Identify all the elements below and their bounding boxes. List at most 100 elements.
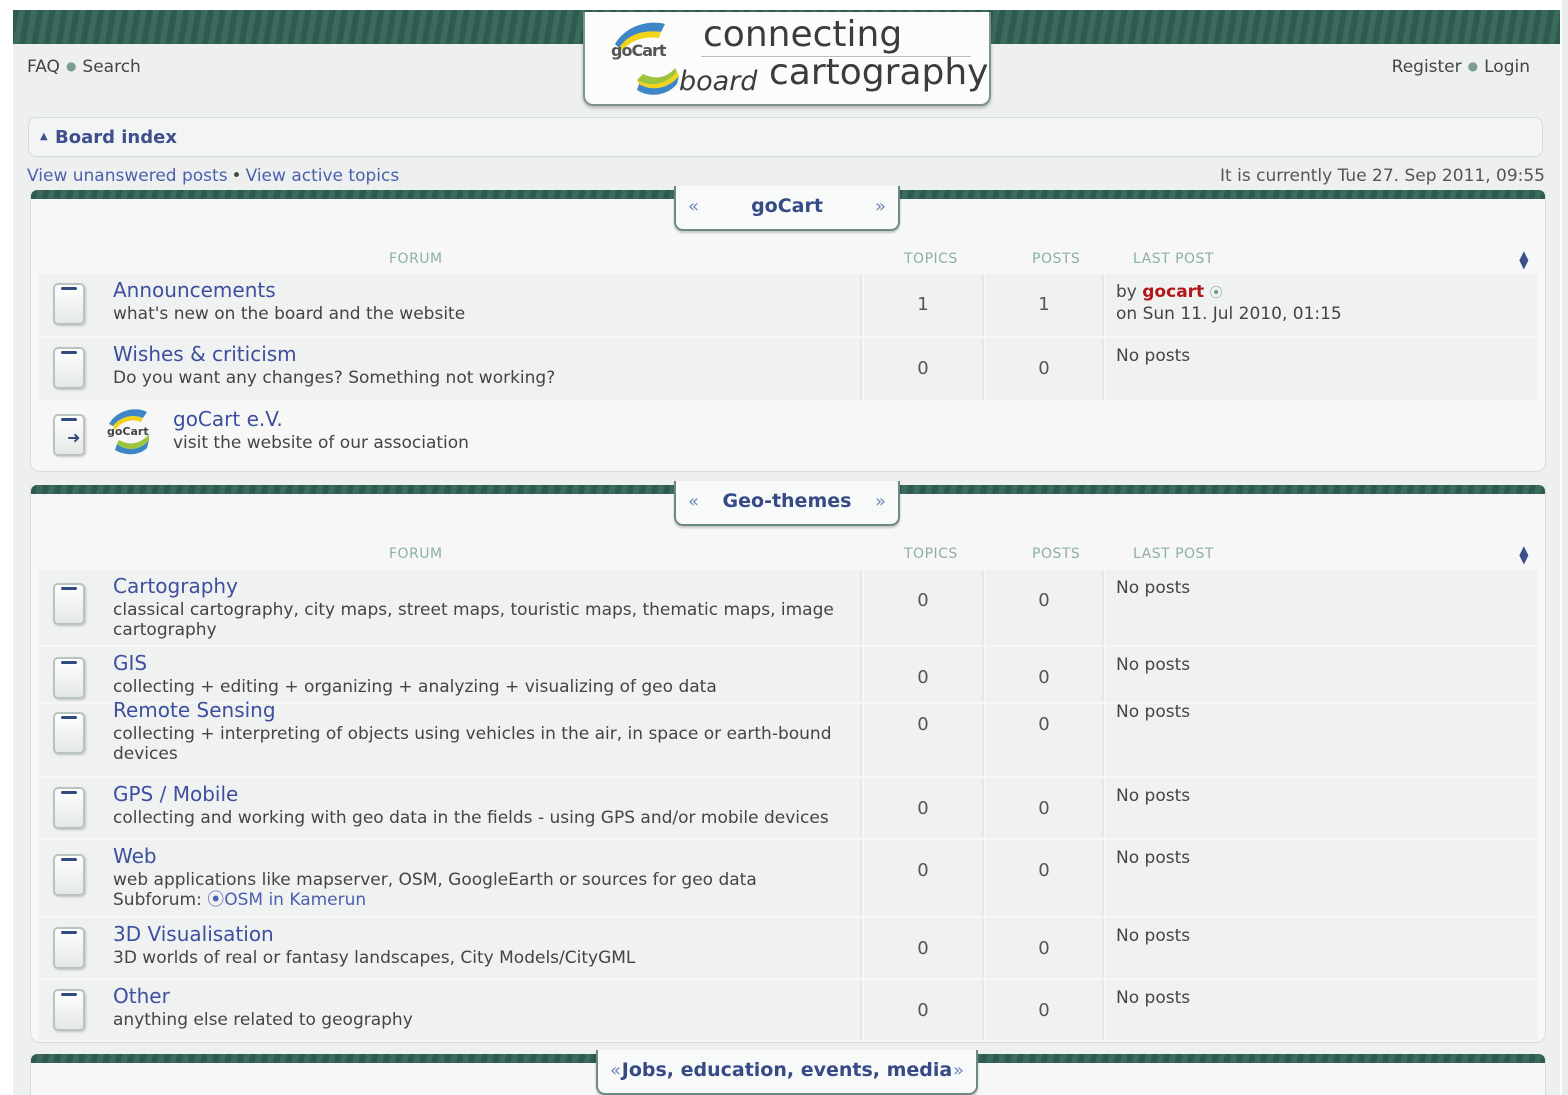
forum-read-icon	[53, 712, 85, 754]
forum-description: collecting + interpreting of objects usi…	[113, 724, 832, 764]
posts-count: 0	[1038, 860, 1050, 881]
forum-read-icon	[53, 927, 85, 969]
category-title: Geo-themes	[722, 490, 852, 512]
forum-row[interactable]: Other anything else related to geography…	[39, 980, 1537, 1040]
forum-title-link[interactable]: 3D Visualisation	[113, 922, 274, 946]
forum-row[interactable]: GIS collecting + editing + organizing + …	[39, 647, 1537, 702]
double-chevron-right-icon: »	[952, 1060, 964, 1081]
forum-description: what's new on the board and the website	[113, 304, 466, 324]
topics-count: 1	[917, 294, 929, 315]
col-topics: TOPICS	[904, 546, 958, 562]
col-forum: FORUM	[389, 546, 443, 562]
category-title: Jobs, education, events, media	[621, 1059, 953, 1081]
last-post-info: No posts	[1116, 578, 1191, 598]
forum-row[interactable]: Wishes & criticism Do you want any chang…	[39, 338, 1537, 400]
forum-read-icon	[53, 854, 85, 896]
forum-title-link[interactable]: Announcements	[113, 278, 276, 302]
subforum-label: Subforum:	[113, 890, 202, 910]
category-tab[interactable]: « Jobs, education, events, media »	[596, 1050, 978, 1095]
forum-description: anything else related to geography	[113, 1010, 413, 1030]
topics-count: 0	[917, 938, 929, 959]
posts-count: 0	[1038, 358, 1050, 379]
goto-last-post-icon[interactable]: ⦿	[1210, 286, 1223, 301]
forum-description: web applications like mapserver, OSM, Go…	[113, 870, 757, 910]
register-link[interactable]: Register	[1392, 57, 1462, 77]
forum-read-icon	[53, 657, 85, 699]
category-jobs-education: « Jobs, education, events, media »	[30, 1050, 1546, 1095]
logo-wordmark: goCart	[611, 41, 667, 60]
forum-row[interactable]: Cartography classical cartography, city …	[39, 570, 1537, 645]
posts-count: 0	[1038, 798, 1050, 819]
unanswered-posts-link[interactable]: View unanswered posts	[27, 166, 228, 186]
nav-separator: •	[231, 166, 242, 186]
header-right-links: Register ● Login	[1392, 57, 1530, 77]
last-post-info: No posts	[1116, 655, 1191, 675]
subforum-link[interactable]: ⦿OSM in Kamerun	[207, 890, 366, 910]
last-post-info: No posts	[1116, 346, 1191, 366]
forum-row-link[interactable]: ➜ goCart goCart e.V. visit the website o…	[39, 402, 1537, 464]
triangle-up-icon: ▲	[40, 131, 48, 142]
column-header-row: FORUM TOPICS POSTS LAST POST ▲ ▼	[31, 544, 1545, 566]
active-topics-link[interactable]: View active topics	[246, 166, 400, 186]
sort-toggle-icon[interactable]: ▲ ▼	[1519, 544, 1529, 565]
login-link[interactable]: Login	[1484, 57, 1530, 77]
last-post-date: on Sun 11. Jul 2010, 01:15	[1116, 304, 1342, 324]
double-chevron-left-icon: «	[688, 196, 700, 217]
forum-row[interactable]: Web web applications like mapserver, OSM…	[39, 840, 1537, 916]
association-logo-icon: goCart	[107, 409, 149, 455]
breadcrumb: ▲ Board index	[28, 117, 1543, 157]
forum-read-icon	[53, 347, 85, 389]
topics-count: 0	[917, 1000, 929, 1021]
forum-read-icon	[53, 283, 85, 325]
column-header-row: FORUM TOPICS POSTS LAST POST ▲ ▼	[31, 249, 1545, 271]
forum-row[interactable]: Announcements what's new on the board an…	[39, 274, 1537, 336]
topics-count: 0	[917, 798, 929, 819]
forum-title-link[interactable]: Wishes & criticism	[113, 342, 297, 366]
sort-toggle-icon[interactable]: ▲ ▼	[1519, 249, 1529, 270]
logo-tagline-cartography: cartography	[769, 52, 989, 93]
forum-description: collecting and working with geo data in …	[113, 808, 829, 828]
logo-tagline-board: board	[679, 66, 758, 97]
category-tab[interactable]: « Geo-themes »	[674, 481, 900, 526]
header-left-links: FAQ ● Search	[27, 57, 141, 77]
category-tab[interactable]: « goCart »	[674, 186, 900, 231]
last-post-info: No posts	[1116, 786, 1191, 806]
svg-text:goCart: goCart	[107, 425, 149, 438]
topics-count: 0	[917, 667, 929, 688]
category-geo-themes: « Geo-themes » FORUM TOPICS POSTS LAST P…	[30, 481, 1546, 1043]
posts-count: 0	[1038, 938, 1050, 959]
forum-title-link[interactable]: Cartography	[113, 574, 238, 598]
link-separator: ●	[65, 59, 77, 73]
last-post-author-link[interactable]: gocart	[1142, 282, 1204, 302]
forum-row[interactable]: 3D Visualisation 3D worlds of real or fa…	[39, 918, 1537, 978]
topics-count: 0	[917, 590, 929, 611]
current-time: It is currently Tue 27. Sep 2011, 09:55	[1220, 166, 1545, 186]
topics-count: 0	[917, 358, 929, 379]
col-posts: POSTS	[1032, 251, 1081, 267]
forum-title-link[interactable]: goCart e.V.	[173, 407, 283, 431]
window-scrollbar[interactable]	[1562, 0, 1568, 1095]
forum-title-link[interactable]: GPS / Mobile	[113, 782, 238, 806]
forum-read-icon	[53, 989, 85, 1031]
site-logo[interactable]: goCart connecting board cartography	[583, 12, 991, 106]
forum-read-icon	[53, 583, 85, 625]
double-chevron-right-icon: »	[874, 196, 886, 217]
forum-row[interactable]: Remote Sensing collecting + interpreting…	[39, 698, 1537, 776]
last-post-info: No posts	[1116, 988, 1191, 1008]
forum-page: FAQ ● Search Register ● Login goCart connect…	[13, 10, 1560, 1095]
posts-count: 0	[1038, 590, 1050, 611]
forum-title-link[interactable]: GIS	[113, 651, 147, 675]
col-topics: TOPICS	[904, 251, 958, 267]
last-post-info: No posts	[1116, 926, 1191, 946]
category-title: goCart	[751, 195, 823, 217]
board-index-link[interactable]: Board index	[55, 127, 177, 148]
forum-row[interactable]: GPS / Mobile collecting and working with…	[39, 778, 1537, 838]
search-link[interactable]: Search	[82, 57, 140, 77]
nav-links-bar: View unanswered posts • View active topics…	[27, 166, 1547, 186]
faq-link[interactable]: FAQ	[27, 57, 60, 77]
col-last-post: LAST POST	[1133, 251, 1214, 267]
forum-title-link[interactable]: Web	[113, 844, 157, 868]
forum-title-link[interactable]: Other	[113, 984, 170, 1008]
double-chevron-left-icon: «	[688, 491, 700, 512]
forum-title-link[interactable]: Remote Sensing	[113, 698, 276, 722]
